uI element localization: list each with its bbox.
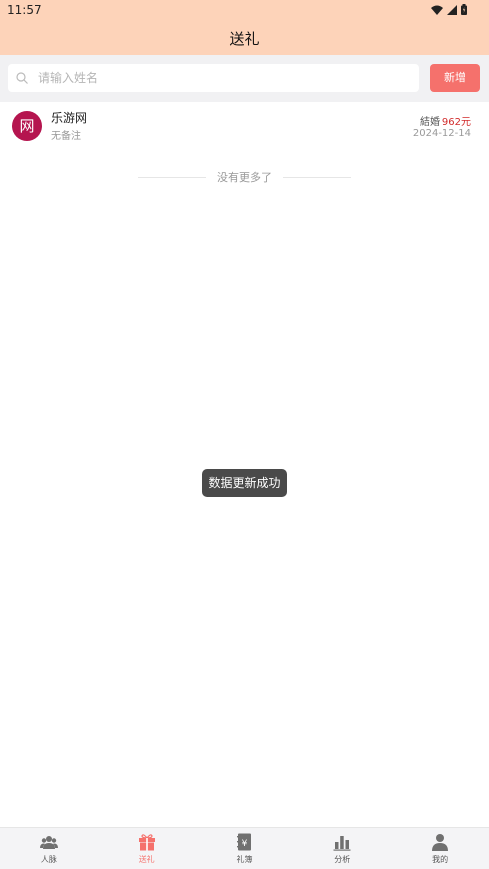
record-date: 2024-12-14	[412, 128, 471, 139]
no-more-text: 没有更多了	[217, 171, 272, 184]
search-row: 新增	[0, 55, 489, 102]
status-icons	[431, 4, 467, 15]
avatar: 网	[12, 111, 42, 141]
cellular-signal-icon	[447, 4, 457, 15]
record-name: 乐游网	[51, 111, 88, 125]
status-time: 11:57	[7, 3, 42, 17]
record-event-type: 結婚	[420, 117, 440, 128]
page-title: 送礼	[229, 30, 260, 48]
tab-ledger[interactable]: ¥ 礼簿	[196, 828, 294, 869]
bottom-tab-bar: 人脉 送礼 ¥ 礼簿 分析 我的	[0, 827, 489, 869]
tab-label: 分析	[334, 855, 351, 864]
toast-message: 数据更新成功	[202, 469, 287, 497]
tab-label: 礼簿	[236, 855, 253, 864]
no-more-divider: 没有更多了	[0, 169, 489, 185]
wifi-icon	[431, 5, 443, 15]
add-button[interactable]: 新增	[430, 64, 480, 92]
people-icon	[39, 836, 58, 849]
list-item[interactable]: 网 乐游网 无备注 結婚 962元 2024-12-14	[0, 102, 489, 149]
person-icon	[432, 834, 449, 851]
tab-people[interactable]: 人脉	[0, 828, 98, 869]
search-input[interactable]	[38, 68, 413, 88]
record-note: 无备注	[51, 131, 81, 142]
tab-label: 人脉	[40, 855, 57, 864]
tab-gift[interactable]: 送礼	[98, 828, 196, 869]
bar-chart-icon	[333, 836, 351, 851]
tab-label: 我的	[432, 855, 449, 864]
svg-text:¥: ¥	[242, 839, 248, 849]
tab-label: 送礼	[138, 855, 155, 864]
search-box[interactable]	[8, 64, 419, 92]
tab-analysis[interactable]: 分析	[293, 828, 391, 869]
search-icon	[16, 72, 28, 84]
status-bar: 11:57	[0, 0, 489, 20]
record-amount: 962元	[441, 117, 471, 128]
gift-icon	[138, 834, 155, 851]
tab-mine[interactable]: 我的	[391, 828, 489, 869]
battery-icon	[461, 4, 467, 15]
header-bar: 11:57 送礼	[0, 0, 489, 55]
ledger-icon: ¥	[237, 833, 252, 851]
